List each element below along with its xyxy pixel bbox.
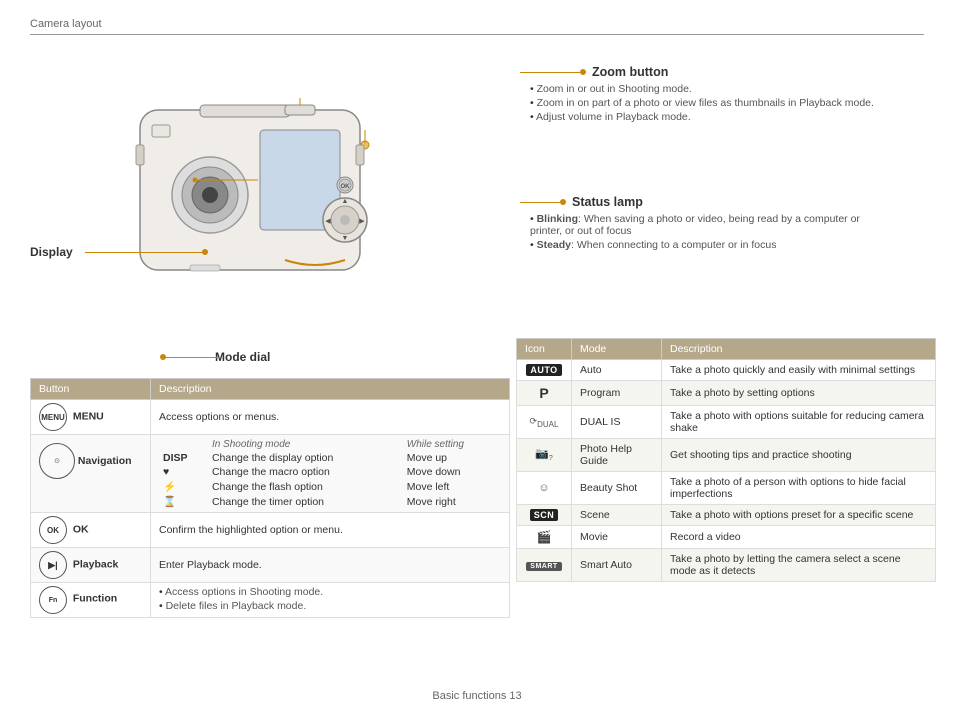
navigation-label: Navigation	[78, 455, 132, 467]
ok-icon: OK	[39, 516, 67, 544]
status-bullet-blinking: Blinking: When saving a photo or video, …	[530, 213, 870, 237]
phg-icon: 📷?	[535, 448, 553, 460]
movie-desc: Record a video	[662, 526, 936, 549]
camera-diagram: ▲ ▼ ◀ ▶ OK Display Mode dial	[30, 50, 520, 360]
auto-mode: Auto	[572, 360, 662, 381]
nav-icon: ⊙	[39, 443, 75, 479]
phg-mode: Photo Help Guide	[572, 439, 662, 472]
table-row: 🎬 Movie Record a video	[517, 526, 936, 549]
scene-desc: Take a photo with options preset for a s…	[662, 505, 936, 526]
table-row: MENU MENU Access options or menus.	[31, 400, 510, 435]
beauty-desc: Take a photo of a person with options to…	[662, 472, 936, 505]
phg-desc: Get shooting tips and practice shooting	[662, 439, 936, 472]
description-col-header: Description	[151, 379, 510, 400]
nav-icon-group: ⊙ Navigation	[39, 443, 142, 479]
zoom-bullet-3: Adjust volume in Playback mode.	[530, 111, 874, 123]
table-row: Fn Function Access options in Shooting m…	[31, 583, 510, 618]
mode-table: Icon Mode Description AUTO Auto Take a p…	[516, 338, 936, 582]
mode-mode-header: Mode	[572, 339, 662, 360]
status-lamp-label: Status lamp	[572, 195, 643, 209]
zoom-bullet-1: Zoom in or out in Shooting mode.	[530, 83, 874, 95]
zoom-button-description: Zoom in or out in Shooting mode. Zoom in…	[530, 83, 874, 123]
function-bullet-2: Delete files in Playback mode.	[159, 600, 501, 612]
status-bullet-steady: Steady: When connecting to a computer or…	[530, 239, 870, 251]
button-table: Button Description MENU MENU Access opti…	[30, 378, 510, 618]
table-row: ▶| Playback Enter Playback mode.	[31, 548, 510, 583]
function-icon: Fn	[39, 586, 67, 614]
mode-dial-label: Mode dial	[215, 350, 270, 364]
display-label: Display	[30, 245, 73, 259]
svg-text:◀: ◀	[325, 218, 331, 225]
table-row: OK OK Confirm the highlighted option or …	[31, 513, 510, 548]
ok-label: OK	[73, 524, 89, 536]
mode-dial-annotation: Mode dial	[215, 350, 270, 364]
zoom-bullet-2: Zoom in on part of a photo or view files…	[530, 97, 874, 109]
movie-icon: 🎬	[537, 530, 552, 544]
status-lamp-description: Blinking: When saving a photo or video, …	[530, 213, 870, 251]
table-row: ⟳DUAL DUAL IS Take a photo with options …	[517, 406, 936, 439]
smart-desc: Take a photo by letting the camera selec…	[662, 549, 936, 582]
playback-icon: ▶|	[39, 551, 67, 579]
button-col-header: Button	[31, 379, 151, 400]
nav-subtable: In Shooting mode While setting DISP Chan…	[159, 438, 501, 509]
menu-description: Access options or menus.	[151, 400, 510, 435]
function-bullet-1: Access options in Shooting mode.	[159, 586, 501, 598]
program-mode: Program	[572, 381, 662, 406]
auto-desc: Take a photo quickly and easily with min…	[662, 360, 936, 381]
smart-icon: SMART	[526, 561, 561, 570]
page-title-bar: Camera layout	[30, 18, 924, 35]
dual-mode: DUAL IS	[572, 406, 662, 439]
movie-mode: Movie	[572, 526, 662, 549]
beauty-icon: ☺	[538, 482, 549, 494]
shooting-mode-header: In Shooting mode	[208, 438, 403, 451]
svg-text:▲: ▲	[342, 198, 349, 205]
table-row: SCN Scene Take a photo with options pres…	[517, 505, 936, 526]
svg-text:▶: ▶	[359, 218, 365, 225]
table-row: ♥ Change the macro option Move down	[159, 465, 501, 479]
mode-icon-header: Icon	[517, 339, 572, 360]
svg-text:OK: OK	[341, 184, 351, 190]
table-row: AUTO Auto Take a photo quickly and easil…	[517, 360, 936, 381]
zoom-button-label: Zoom button	[592, 65, 668, 79]
page-footer: Basic functions 13	[0, 690, 954, 702]
playback-description: Enter Playback mode.	[151, 548, 510, 583]
smart-mode: Smart Auto	[572, 549, 662, 582]
program-icon: P	[539, 385, 548, 401]
program-desc: Take a photo by setting options	[662, 381, 936, 406]
table-row: ⚡ Change the flash option Move left	[159, 479, 501, 494]
scene-mode: Scene	[572, 505, 662, 526]
playback-label: Playback	[73, 559, 119, 571]
display-annotation: Display	[30, 245, 73, 259]
status-lamp-section: Status lamp Blinking: When saving a phot…	[520, 195, 870, 253]
table-row: ⊙ Navigation In Shooting mode While sett…	[31, 435, 510, 513]
scn-icon: SCN	[530, 509, 559, 521]
page-title: Camera layout	[30, 18, 102, 30]
footer-text: Basic functions 13	[432, 690, 521, 702]
dual-icon: ⟳DUAL	[530, 416, 559, 426]
menu-label: MENU	[73, 411, 104, 423]
auto-icon: AUTO	[526, 364, 561, 376]
menu-icon: MENU	[39, 403, 67, 431]
table-row: P Program Take a photo by setting option…	[517, 381, 936, 406]
mode-desc-header: Description	[662, 339, 936, 360]
table-row: 📷? Photo Help Guide Get shooting tips an…	[517, 439, 936, 472]
ok-description: Confirm the highlighted option or menu.	[151, 513, 510, 548]
table-row: SMART Smart Auto Take a photo by letting…	[517, 549, 936, 582]
beauty-mode: Beauty Shot	[572, 472, 662, 505]
zoom-button-section: Zoom button Zoom in or out in Shooting m…	[520, 65, 874, 125]
table-row: ☺ Beauty Shot Take a photo of a person w…	[517, 472, 936, 505]
camera-svg: ▲ ▼ ◀ ▶ OK	[130, 70, 390, 320]
dual-desc: Take a photo with options suitable for r…	[662, 406, 936, 439]
function-label: Function	[73, 593, 117, 605]
svg-text:▼: ▼	[342, 235, 349, 242]
table-row: ⌛ Change the timer option Move right	[159, 494, 501, 509]
function-description: Access options in Shooting mode. Delete …	[159, 586, 501, 612]
while-setting-header: While setting	[403, 438, 501, 451]
table-row: DISP Change the display option Move up	[159, 451, 501, 465]
